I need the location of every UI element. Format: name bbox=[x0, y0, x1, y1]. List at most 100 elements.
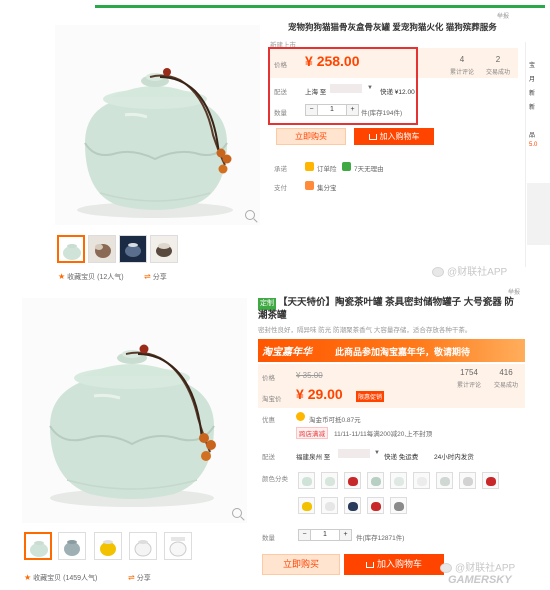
upper-promise-label: 承诺 bbox=[274, 166, 287, 173]
lower-review-label: 累计评论 bbox=[456, 383, 481, 389]
lower-price-label: 价格 bbox=[262, 375, 275, 382]
qty-plus-button[interactable]: + bbox=[340, 530, 351, 540]
lower-product-title: 定制 【天天特价】陶瓷茶叶罐 茶具密封储物罐子 大号瓷器 防潮茶罐 bbox=[258, 297, 520, 322]
chevron-down-icon[interactable]: ▼ bbox=[374, 450, 380, 456]
sidebar-text: 新 bbox=[529, 91, 536, 97]
upper-add-to-cart-button[interactable]: 加入购物车 bbox=[354, 128, 434, 145]
lower-event-text: 11/11-11/11每满200减20,上不封顶 bbox=[334, 431, 433, 438]
lower-add-to-cart-button[interactable]: 加入购物车 bbox=[344, 554, 444, 575]
color-option[interactable] bbox=[367, 472, 384, 489]
upper-review-count: 4 bbox=[459, 55, 465, 64]
upper-main-image[interactable] bbox=[55, 25, 260, 225]
lower-buy-now-button[interactable]: 立即购买 bbox=[262, 554, 340, 575]
lower-qty-label: 数量 bbox=[262, 535, 275, 542]
lower-main-image[interactable] bbox=[22, 298, 247, 523]
thumb-jar-icon bbox=[100, 540, 116, 556]
points-icon bbox=[305, 181, 314, 190]
return-icon bbox=[342, 162, 351, 171]
upper-buy-now-button[interactable]: 立即购买 bbox=[276, 128, 346, 145]
watermark-top: @财联社APP bbox=[432, 263, 507, 278]
lower-ship-destination[interactable] bbox=[338, 449, 370, 458]
share-icon: ⇌ bbox=[128, 573, 135, 582]
favorite-label: 收藏宝贝 (12人气) bbox=[67, 274, 124, 281]
color-option[interactable] bbox=[298, 497, 315, 514]
color-option[interactable] bbox=[321, 472, 338, 489]
custom-tag: 定制 bbox=[258, 298, 276, 310]
lower-original-price: ¥ 35.00 bbox=[296, 371, 323, 380]
favorite-label: 收藏宝贝 (1459人气) bbox=[33, 575, 98, 582]
upper-review-label: 累计评论 bbox=[449, 70, 474, 76]
lower-taobao-price-label: 淘宝价 bbox=[262, 396, 282, 403]
lower-ship-label: 配送 bbox=[262, 454, 275, 461]
upper-thumbnail-2[interactable] bbox=[88, 235, 116, 263]
upper-promise-2[interactable]: 7天无理由 bbox=[354, 163, 384, 173]
color-option[interactable] bbox=[321, 497, 338, 514]
sidebar-text: 新 bbox=[529, 105, 536, 111]
lower-favorite-link[interactable]: ★ 收藏宝贝 (1459人气) bbox=[24, 573, 97, 583]
cart-icon bbox=[365, 561, 374, 568]
lower-price: ¥ 29.00 bbox=[296, 386, 343, 402]
upper-report-link[interactable]: 举报 bbox=[497, 11, 509, 20]
upper-thumbnail-4[interactable] bbox=[150, 235, 178, 263]
lower-thumbnail-2[interactable] bbox=[58, 532, 86, 560]
upper-promise-1[interactable]: 订单险 bbox=[317, 163, 337, 173]
price-value: 29.00 bbox=[307, 386, 343, 402]
upper-pay-method: 集分宝 bbox=[317, 185, 337, 192]
lower-sales-count: 416 bbox=[499, 368, 513, 377]
color-option[interactable] bbox=[436, 472, 453, 489]
top-accent-line bbox=[95, 5, 545, 8]
thumb-jar-icon bbox=[64, 540, 80, 556]
lower-event-badge: 跨店满减 bbox=[296, 427, 328, 439]
color-option[interactable] bbox=[367, 497, 384, 514]
color-option[interactable] bbox=[413, 472, 430, 489]
coin-icon bbox=[296, 412, 305, 421]
carnival-banner[interactable]: 淘宝嘉年华 此商品参加淘宝嘉年华，敬请期待 bbox=[258, 339, 525, 362]
upper-favorite-link[interactable]: ★ 收藏宝贝 (12人气) bbox=[58, 272, 124, 282]
watermark-text: @财联社APP bbox=[455, 563, 516, 574]
color-option[interactable] bbox=[459, 472, 476, 489]
thumb-jar-icon bbox=[125, 243, 141, 257]
zoom-icon[interactable] bbox=[245, 210, 255, 220]
upper-thumbnail-3[interactable] bbox=[119, 235, 147, 263]
lower-report-link[interactable]: 举报 bbox=[508, 287, 520, 296]
color-option[interactable] bbox=[298, 472, 315, 489]
color-option[interactable] bbox=[482, 472, 499, 489]
color-option[interactable] bbox=[390, 472, 407, 489]
thumb-jar-icon bbox=[134, 540, 152, 557]
lower-thumbnail-3[interactable] bbox=[94, 532, 122, 560]
upper-thumbnail-1[interactable] bbox=[57, 235, 85, 263]
sidebar-text: 宝 bbox=[529, 63, 536, 69]
lower-quantity-stepper[interactable]: − 1 + bbox=[298, 529, 352, 541]
upper-share-link[interactable]: ⇌ 分享 bbox=[144, 272, 167, 282]
lower-ship-from: 福建泉州 至 bbox=[296, 454, 331, 461]
lower-stock-text: 件(库存12871件) bbox=[356, 535, 405, 542]
color-option[interactable] bbox=[344, 497, 361, 514]
lower-ship-method: 快递 免运费 bbox=[384, 454, 419, 461]
cart-label: 加入购物车 bbox=[379, 132, 420, 141]
thumb-jar-icon bbox=[95, 244, 111, 258]
lower-product-subtitle: 密封性良好，隔异味 防光 防潮聚茶香气 大容量存储，适合存放各种干茶。 bbox=[258, 327, 472, 334]
qty-minus-button[interactable]: − bbox=[299, 530, 310, 540]
lower-thumbnail-4[interactable] bbox=[129, 532, 157, 560]
upper-sales-label: 交易成功 bbox=[485, 70, 510, 76]
cart-label: 加入购物车 bbox=[376, 559, 422, 569]
color-option[interactable] bbox=[344, 472, 361, 489]
lower-sales-label: 交易成功 bbox=[493, 383, 518, 389]
weibo-icon bbox=[440, 563, 452, 574]
tea-jar-image bbox=[49, 344, 216, 507]
lower-share-link[interactable]: ⇌ 分享 bbox=[128, 573, 151, 583]
lower-thumbnail-5[interactable] bbox=[164, 532, 192, 560]
qty-input[interactable]: 1 bbox=[310, 530, 340, 540]
lower-thumbnail-1[interactable] bbox=[24, 532, 52, 560]
thumb-jar-icon bbox=[30, 541, 48, 557]
color-option[interactable] bbox=[390, 497, 407, 514]
lower-ship-time: 24小时内发货 bbox=[434, 454, 474, 461]
sidebar-text: 品 bbox=[529, 133, 536, 139]
carnival-text: 此商品参加淘宝嘉年华，敬请期待 bbox=[335, 347, 471, 357]
zoom-icon[interactable] bbox=[232, 508, 242, 518]
thumb-jar-icon bbox=[63, 244, 81, 260]
share-label: 分享 bbox=[152, 274, 167, 281]
share-icon: ⇌ bbox=[144, 272, 151, 281]
star-icon: ★ bbox=[58, 272, 66, 281]
title-text: 【天天特价】陶瓷茶叶罐 茶具密封储物罐子 大号瓷器 防潮茶罐 bbox=[258, 297, 514, 321]
